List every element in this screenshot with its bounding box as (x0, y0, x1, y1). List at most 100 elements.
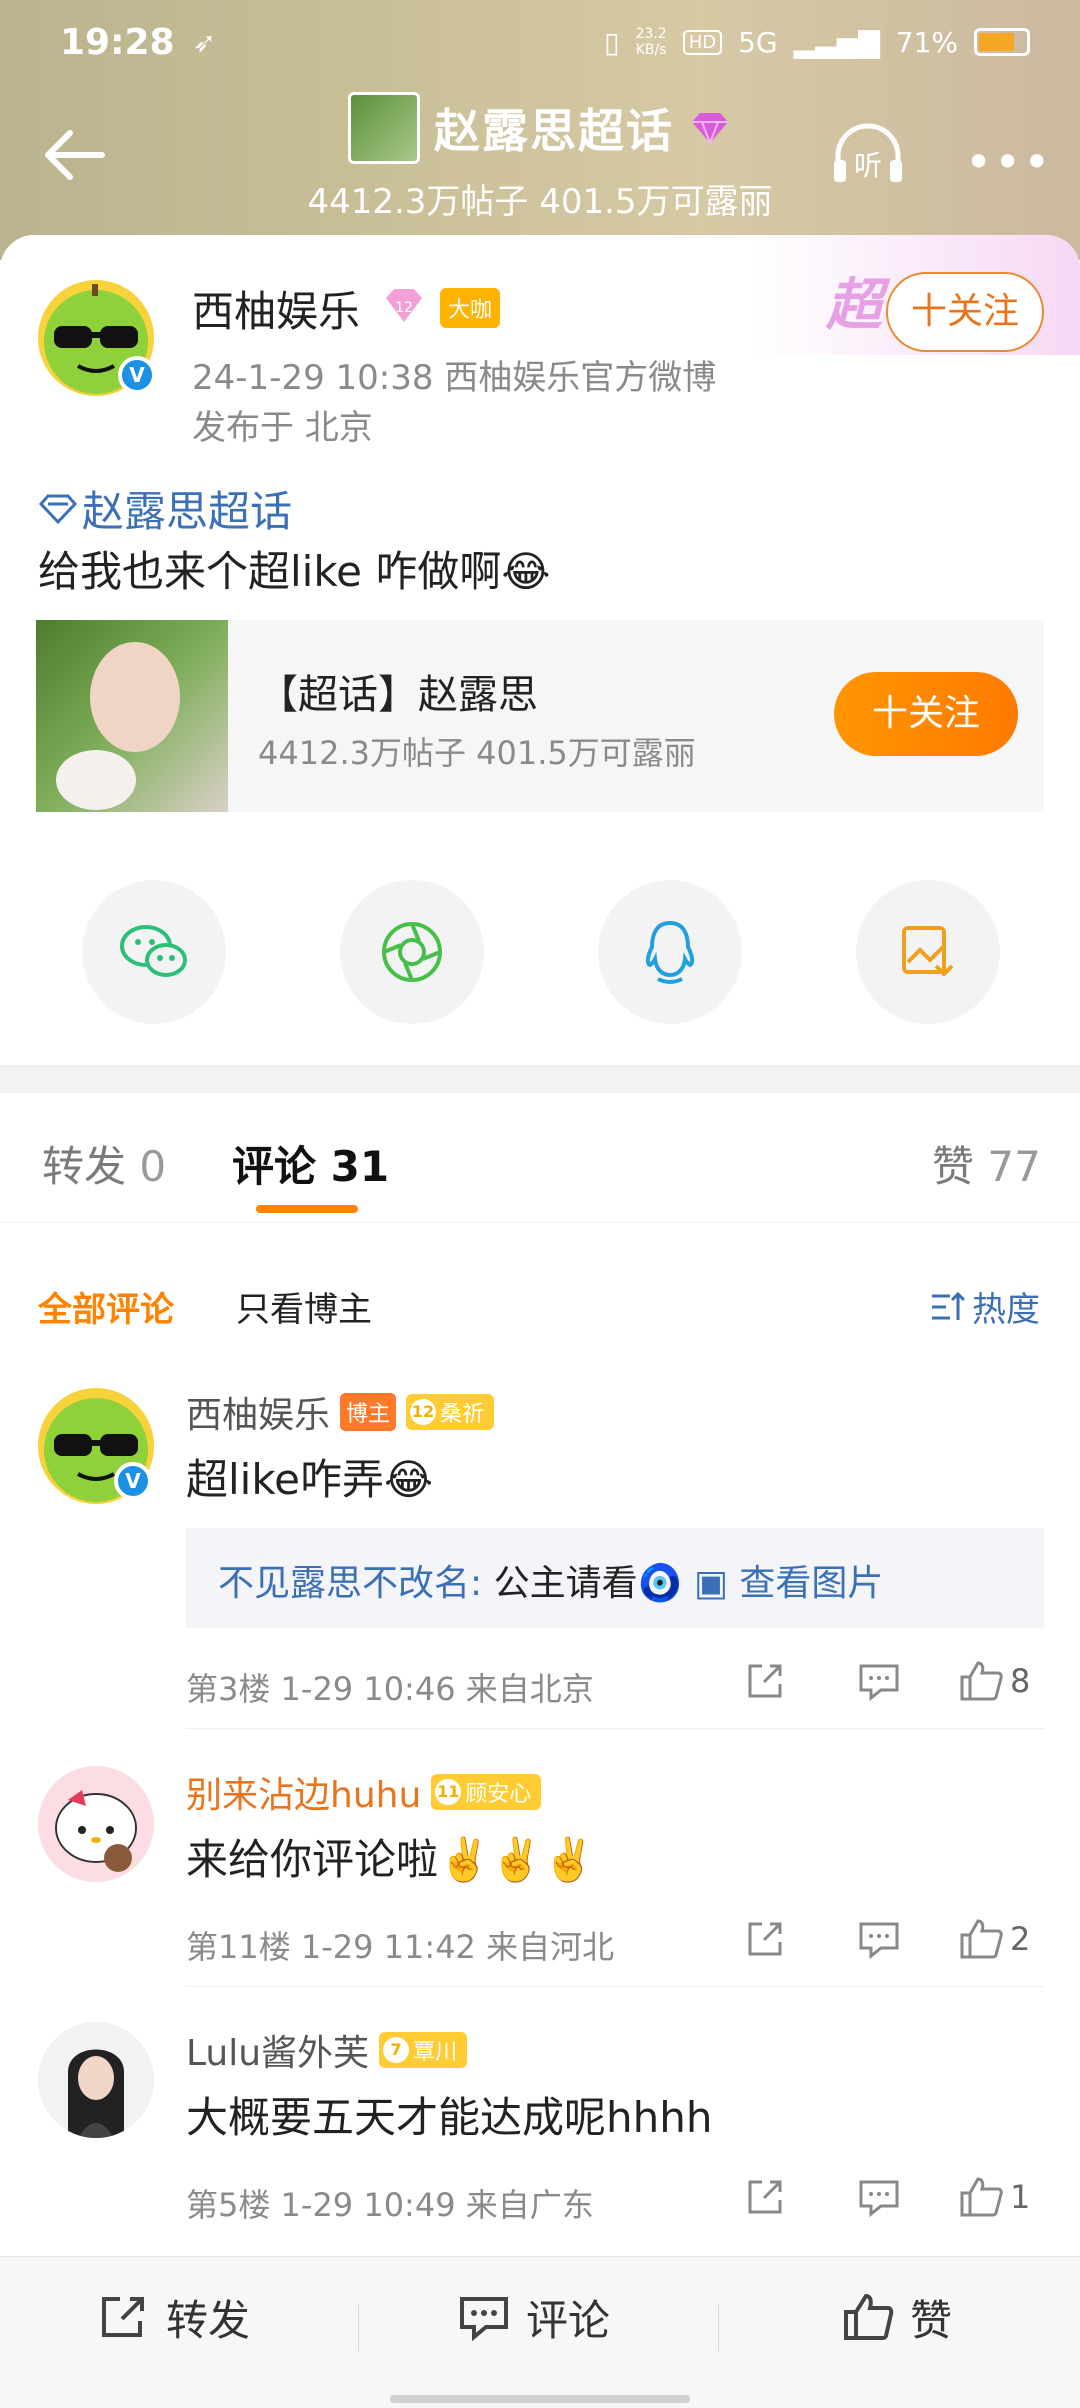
wechat-icon (120, 925, 187, 977)
repost-icon (102, 2297, 144, 2337)
view-image-link[interactable]: ▣ 查看图片 (694, 1563, 883, 1604)
network-speed: 23.2 KB/s (635, 26, 667, 58)
comment-meta: 第3楼 1-29 10:46 来自北京 (186, 1670, 594, 1708)
tab-likes[interactable]: 赞 77 (932, 1133, 1041, 1194)
moments-icon (382, 922, 442, 982)
post-location: 发布于 北京 (192, 408, 373, 448)
reply-comment-button[interactable] (844, 1914, 914, 1964)
comment-icon (859, 1922, 899, 1960)
back-button[interactable] (40, 125, 110, 185)
diamond-outline-icon (38, 494, 78, 524)
post-author-name[interactable]: 西柚娱乐 (192, 278, 360, 339)
commenter-avatar[interactable] (38, 1766, 154, 1882)
follow-super-topic-button[interactable]: 十关注 (834, 672, 1018, 756)
diamond-icon (692, 113, 728, 146)
listen-button[interactable]: 听 (830, 120, 906, 190)
post-time-source: 24-1-29 10:38 西柚娱乐官方微博 (192, 358, 717, 398)
comment-separator (186, 1986, 1044, 1987)
post-text: 给我也来个超like 咋做啊😂 (38, 547, 551, 596)
super-topic-thumbnail (36, 620, 228, 812)
verified-badge-icon: V (114, 1462, 152, 1500)
reply-comment-button[interactable] (844, 1656, 914, 1706)
comment-author[interactable]: 别来沾边huhu 11 顾安心 (186, 1766, 542, 1818)
more-options-icon[interactable]: ••• (965, 135, 1052, 189)
share-comment-button[interactable] (730, 1914, 800, 1964)
comment-author[interactable]: Lulu酱外芙 7 覃川 (186, 2024, 468, 2076)
comment-icon (460, 2297, 508, 2341)
like-count: 8 (1010, 1662, 1031, 1700)
back-arrow-icon (45, 130, 105, 180)
comment-actions: 8 (730, 1656, 1030, 1706)
reply-user[interactable]: 不见露思不改名: (218, 1563, 482, 1604)
repost-button[interactable]: 转发 (98, 2257, 250, 2377)
comment-meta: 第5楼 1-29 10:49 来自广东 (186, 2186, 594, 2224)
blogger-badge: 博主 (340, 1393, 397, 1431)
app-notification-icon: ➶ (192, 25, 217, 59)
reply-comment-button[interactable] (844, 2172, 914, 2222)
save-image-button[interactable] (856, 880, 1000, 1024)
comment-text: 超like咋弄😂 (186, 1455, 434, 1504)
filter-author-only[interactable]: 只看博主 (236, 1282, 372, 1331)
comment-separator (186, 1728, 1044, 1729)
comment-icon (859, 1664, 899, 1702)
thumb-up-icon (844, 2293, 894, 2340)
share-comment-button[interactable] (730, 2172, 800, 2222)
super-topic-card-stats: 4412.3万帖子 401.5万可露丽 (258, 734, 696, 772)
battery-percentage: 71% (895, 25, 958, 59)
share-row (0, 880, 1080, 1030)
thumb-up-icon (960, 2177, 1003, 2217)
status-bar: 19:28 ➶ ▯ 23.2 KB/s HD 5G ▂▃▅▇ 71% (60, 20, 1030, 64)
comment-actions: 1 (730, 2172, 1030, 2222)
active-tab-indicator (256, 1205, 358, 1213)
bottom-action-bar: 转发 评论 赞 (0, 2256, 1080, 2408)
super-topic-avatar (348, 92, 420, 164)
like-button[interactable]: 赞 (842, 2257, 952, 2377)
comment-text: 大概要五天才能达成呢hhhh (186, 2093, 713, 2142)
comment-button[interactable]: 评论 (458, 2257, 610, 2377)
comment-text: 来给你评论啦✌️✌️✌️ (186, 1835, 595, 1884)
svg-text:听: 听 (854, 149, 882, 182)
like-comment-button[interactable]: 8 (958, 1656, 1030, 1706)
like-comment-button[interactable]: 1 (958, 2172, 1030, 2222)
big-shot-tag: 大咖 (440, 288, 501, 328)
section-divider (0, 1065, 1080, 1093)
comment-icon (859, 2180, 899, 2218)
share-icon (748, 1922, 782, 1956)
share-wechat-button[interactable] (82, 880, 226, 1024)
commenter-avatar[interactable] (38, 2022, 154, 2138)
topic-link[interactable]: 赵露思超话 (38, 478, 292, 539)
super-topic-card[interactable]: 【超话】赵露思 4412.3万帖子 401.5万可露丽 十关注 (36, 620, 1044, 812)
sort-by-hot[interactable]: 热度 (930, 1282, 1040, 1331)
signal-bars-icon: ▂▃▅▇ (793, 25, 880, 59)
battery-icon (974, 28, 1030, 56)
bottom-separator (718, 2305, 719, 2351)
signal-indicator: 5G (738, 25, 778, 59)
share-qq-button[interactable] (598, 880, 742, 1024)
super-topic-card-title: 【超话】赵露思 (258, 672, 538, 718)
like-comment-button[interactable]: 2 (958, 1914, 1030, 1964)
hd-badge: HD (682, 29, 723, 55)
svg-text:12: 12 (395, 300, 413, 316)
status-time: 19:28 (60, 21, 175, 63)
header-title-block[interactable]: 赵露思超话 4412.3万帖子 401.5万可露丽 (250, 92, 830, 223)
fan-level-badge: 7 覃川 (379, 2032, 468, 2068)
thumb-up-icon (960, 1661, 1003, 1701)
share-icon (748, 1664, 782, 1698)
comment-filter-row: 全部评论 只看博主 热度 (0, 1256, 1080, 1336)
thumb-up-icon (960, 1919, 1003, 1959)
filter-all-comments[interactable]: 全部评论 (38, 1282, 174, 1331)
tab-comments[interactable]: 评论 31 (232, 1133, 389, 1194)
follow-author-button[interactable]: 十关注 (886, 272, 1044, 352)
tab-reposts[interactable]: 转发 0 (42, 1133, 166, 1194)
fan-level-badge: 11 顾安心 (431, 1774, 542, 1810)
share-comment-button[interactable] (730, 1656, 800, 1706)
verified-badge-icon: V (118, 356, 156, 394)
reply-preview[interactable]: 不见露思不改名: 公主请看🧿 ▣ 查看图片 (186, 1528, 1044, 1628)
comment-meta: 第11楼 1-29 11:42 来自河北 (186, 1928, 615, 1966)
qq-icon (645, 920, 695, 984)
comment-actions: 2 (730, 1914, 1030, 1964)
comment-author[interactable]: 西柚娱乐 博主 12 桑祈 (186, 1386, 495, 1438)
sort-icon (932, 1291, 966, 1320)
share-moments-button[interactable] (340, 880, 484, 1024)
like-count: 1 (1010, 2178, 1031, 2216)
